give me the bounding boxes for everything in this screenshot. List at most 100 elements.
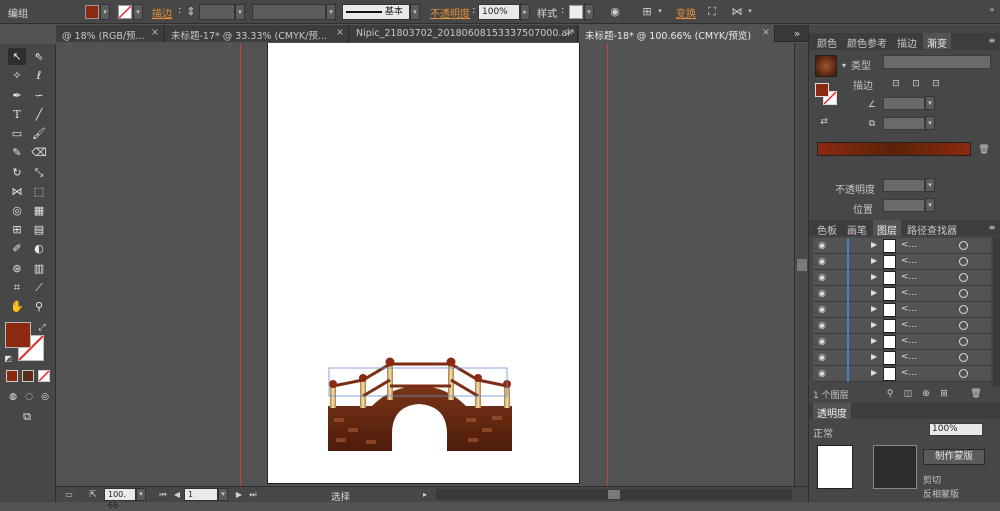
- zoom-dropdown[interactable]: ▾: [136, 488, 146, 501]
- tab-doc-3[interactable]: Nipic_21803702_20180608153337507000.ai* …: [350, 25, 578, 42]
- gradient-presets-dropdown[interactable]: ▾: [837, 59, 851, 73]
- opacity-field[interactable]: 100%: [478, 4, 520, 20]
- direct-selection-tool-icon[interactable]: ⇖: [30, 48, 48, 65]
- close-icon[interactable]: ×: [565, 27, 573, 38]
- brush-dropdown[interactable]: ▾: [410, 4, 420, 20]
- eye-icon[interactable]: ◉: [815, 255, 829, 269]
- horizontal-scroll-thumb[interactable]: [608, 490, 620, 499]
- target-icon[interactable]: [959, 321, 968, 330]
- zoom-dropdown-icon[interactable]: ▭: [62, 488, 76, 502]
- new-sublayer-icon[interactable]: ⊕: [919, 387, 933, 401]
- tab-gradient[interactable]: 渐变: [923, 33, 951, 50]
- blend-tool-icon[interactable]: ◐: [30, 240, 48, 257]
- layer-name[interactable]: <...: [901, 304, 917, 314]
- eye-icon[interactable]: ◉: [815, 303, 829, 317]
- close-icon[interactable]: ×: [151, 27, 159, 38]
- stroke-gradient-along-icon[interactable]: ⊡: [909, 77, 923, 91]
- layer-row[interactable]: ◉ ▶ <...: [813, 366, 991, 382]
- layer-row[interactable]: ◉ ▶ <...: [813, 270, 991, 286]
- aspect-ratio-field[interactable]: [883, 117, 925, 130]
- clipping-mask-icon[interactable]: ◫: [901, 387, 915, 401]
- expand-icon[interactable]: ▶: [871, 352, 877, 361]
- lasso-tool-icon[interactable]: ℓ: [30, 67, 48, 84]
- shape-builder-tool-icon[interactable]: ◎: [8, 202, 26, 219]
- export-icon[interactable]: ⇱: [86, 488, 100, 502]
- layer-row[interactable]: ◉ ▶ <...: [813, 350, 991, 366]
- gradient-slider-bar[interactable]: [817, 142, 971, 156]
- next-artboard-icon[interactable]: ▶: [232, 488, 246, 502]
- angle-field[interactable]: [883, 97, 925, 110]
- color-mode-icon[interactable]: [6, 370, 18, 382]
- symbol-sprayer-tool-icon[interactable]: ⊛: [8, 260, 26, 277]
- mesh-tool-icon[interactable]: ⊞: [8, 221, 26, 238]
- gradient-thumbnail[interactable]: [815, 55, 837, 77]
- layer-row[interactable]: ◉ ▶ <...: [813, 302, 991, 318]
- rotate-tool-icon[interactable]: ↻: [8, 164, 26, 181]
- stop-opacity-field[interactable]: [883, 179, 925, 192]
- gradient-type-select[interactable]: [883, 55, 991, 69]
- brush-definition-field[interactable]: 基本: [342, 4, 410, 20]
- target-icon[interactable]: [959, 289, 968, 298]
- tab-color-guide[interactable]: 颜色参考: [843, 33, 891, 50]
- tab-pathfinder[interactable]: 路径查找器: [903, 220, 961, 237]
- layer-name[interactable]: <...: [901, 240, 917, 250]
- expand-icon[interactable]: ▶: [871, 368, 877, 377]
- tab-doc-1[interactable]: @ 18% (RGB/预... ×: [56, 25, 164, 42]
- expand-icon[interactable]: ▶: [871, 320, 877, 329]
- layer-row[interactable]: ◉ ▶ <...: [813, 286, 991, 302]
- fill-swatch[interactable]: [85, 5, 99, 19]
- pen-tool-icon[interactable]: ✒: [8, 87, 26, 104]
- horizontal-scrollbar[interactable]: [436, 489, 792, 500]
- zoom-field[interactable]: 100. 66: [104, 488, 136, 510]
- tab-layers[interactable]: 图层: [873, 220, 901, 237]
- layer-row[interactable]: ◉ ▶ <...: [813, 238, 991, 254]
- graphic-style-dropdown[interactable]: ▾: [584, 4, 594, 20]
- artboard-number-field[interactable]: 1: [184, 488, 218, 501]
- align-icon[interactable]: ⊞: [640, 5, 654, 19]
- stroke-weight-dropdown[interactable]: ▾: [235, 4, 245, 20]
- fill-dropdown[interactable]: ▾: [100, 4, 110, 20]
- expand-icon[interactable]: ▶: [871, 336, 877, 345]
- target-icon[interactable]: [959, 369, 968, 378]
- eye-icon[interactable]: ◉: [815, 239, 829, 253]
- tab-transparency[interactable]: 透明度: [813, 403, 851, 420]
- vertical-scrollbar[interactable]: [794, 43, 808, 486]
- tab-stroke[interactable]: 描边: [893, 33, 921, 50]
- transparency-opacity-field[interactable]: 100%: [929, 423, 983, 436]
- current-tool-status[interactable]: 选择: [331, 489, 350, 503]
- more-dropdown[interactable]: ▾: [745, 4, 755, 20]
- width-tool-icon[interactable]: ⋈: [8, 183, 26, 200]
- layer-name[interactable]: <...: [901, 336, 917, 346]
- none-mode-icon[interactable]: [38, 370, 50, 382]
- expand-icon[interactable]: ▶: [871, 256, 877, 265]
- make-mask-button[interactable]: 制作蒙版: [923, 449, 985, 465]
- gradient-fill-indicator[interactable]: [815, 83, 829, 97]
- artboard-dropdown[interactable]: ▾: [218, 488, 228, 501]
- artboard-tool-icon[interactable]: ⌗: [8, 279, 26, 296]
- target-icon[interactable]: [959, 305, 968, 314]
- fill-color-box[interactable]: [5, 322, 31, 348]
- default-colors-icon[interactable]: ◩: [2, 350, 14, 367]
- stroke-swatch[interactable]: [118, 5, 132, 19]
- mask-thumbnail[interactable]: [873, 445, 917, 489]
- expand-icon[interactable]: ▶: [871, 288, 877, 297]
- zoom-tool-icon[interactable]: ⚲: [30, 298, 48, 315]
- perspective-grid-tool-icon[interactable]: ▦: [30, 202, 48, 219]
- opacity-dropdown[interactable]: ▸: [520, 4, 530, 20]
- status-menu-icon[interactable]: ▸: [418, 488, 432, 502]
- draw-normal-icon[interactable]: ◍: [6, 389, 20, 406]
- opacity-label[interactable]: 不透明度: [430, 5, 470, 20]
- prev-artboard-icon[interactable]: ◀: [170, 488, 184, 502]
- stroke-weight-field[interactable]: [199, 4, 235, 20]
- variable-width-field[interactable]: [252, 4, 326, 20]
- magic-wand-tool-icon[interactable]: ✧: [8, 67, 26, 84]
- panel-menu-icon[interactable]: ≡: [985, 34, 999, 48]
- layer-name[interactable]: <...: [901, 320, 917, 330]
- aspect-ratio-dropdown[interactable]: ▾: [925, 116, 935, 130]
- transform-icon[interactable]: ⛶: [705, 5, 719, 19]
- stroke-dropdown[interactable]: ▾: [133, 4, 143, 20]
- object-thumbnail[interactable]: [817, 445, 853, 489]
- layer-row[interactable]: ◉ ▶ <...: [813, 318, 991, 334]
- layer-name[interactable]: <...: [901, 272, 917, 282]
- target-icon[interactable]: [959, 273, 968, 282]
